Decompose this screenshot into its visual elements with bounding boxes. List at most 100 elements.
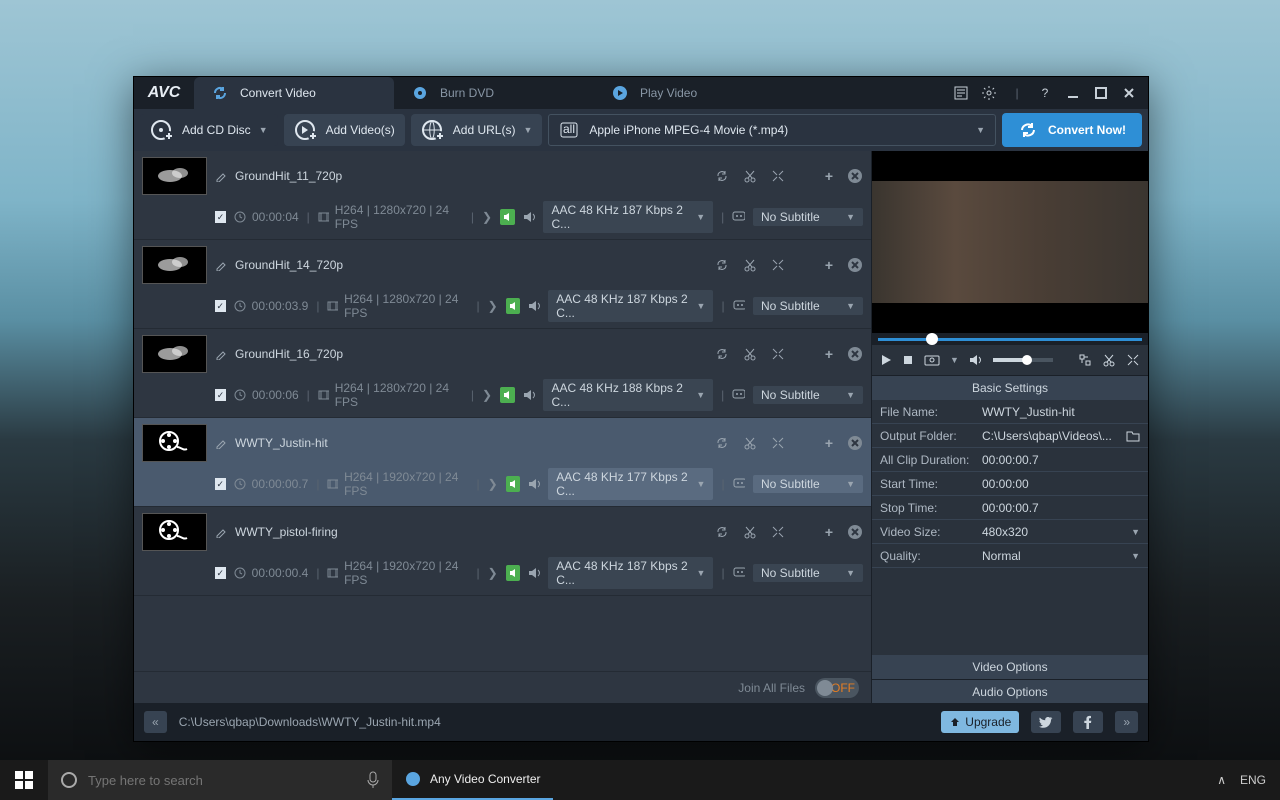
- refresh-icon[interactable]: [715, 436, 729, 450]
- tab-burn-dvd[interactable]: Burn DVD: [394, 77, 594, 109]
- subtitle-dropdown[interactable]: No Subtitle▼: [753, 564, 863, 582]
- file-items: GroundHit_11_720p+✓00:00:04|H264 | 1280x…: [134, 151, 871, 671]
- subtitle-dropdown[interactable]: No Subtitle▼: [753, 475, 863, 493]
- add-icon[interactable]: +: [825, 346, 833, 362]
- add-icon[interactable]: +: [825, 435, 833, 451]
- volume-icon[interactable]: [969, 354, 983, 366]
- cut-icon[interactable]: [743, 347, 757, 361]
- refresh-icon[interactable]: [715, 169, 729, 183]
- subtitle-dropdown[interactable]: No Subtitle▼: [753, 386, 863, 404]
- subtitle-dropdown[interactable]: No Subtitle▼: [753, 297, 863, 315]
- join-toggle[interactable]: OFF: [815, 678, 859, 698]
- start-button[interactable]: [0, 760, 48, 800]
- add-url-button[interactable]: Add URL(s) ▼: [411, 114, 543, 146]
- edit-icon[interactable]: [215, 348, 227, 360]
- audio-dropdown[interactable]: AAC 48 KHz 187 Kbps 2 C...▼: [548, 290, 713, 322]
- edit-icon[interactable]: [215, 437, 227, 449]
- twitter-icon[interactable]: [1031, 711, 1061, 733]
- remove-icon[interactable]: [847, 524, 863, 540]
- chevron-down-icon[interactable]: ▼: [950, 355, 959, 365]
- help-icon[interactable]: ?: [1036, 84, 1054, 102]
- remove-icon[interactable]: [847, 346, 863, 362]
- add-icon[interactable]: +: [825, 524, 833, 540]
- add-icon[interactable]: +: [825, 168, 833, 184]
- audio-dropdown[interactable]: AAC 48 KHz 188 Kbps 2 C...▼: [543, 379, 713, 411]
- file-row[interactable]: WWTY_Justin-hit+✓00:00:00.7|H264 | 1920x…: [134, 418, 871, 507]
- snapshot-icon[interactable]: [924, 354, 940, 366]
- collapse-icon[interactable]: «: [144, 711, 167, 733]
- facebook-icon[interactable]: [1073, 711, 1103, 733]
- cut-icon[interactable]: [1102, 353, 1116, 367]
- tab-play-video[interactable]: Play Video: [594, 77, 794, 109]
- taskbar-app[interactable]: Any Video Converter: [392, 760, 553, 800]
- mic-icon[interactable]: [366, 771, 380, 789]
- upgrade-button[interactable]: Upgrade: [941, 711, 1019, 733]
- options-icon[interactable]: [952, 84, 970, 102]
- tray-chevron-icon[interactable]: ∧: [1217, 773, 1226, 787]
- play-icon[interactable]: [880, 354, 892, 366]
- edit-icon[interactable]: [215, 259, 227, 271]
- add-cd-button[interactable]: Add CD Disc ▼: [140, 114, 278, 146]
- checkbox[interactable]: ✓: [215, 389, 226, 401]
- effects-icon[interactable]: [771, 525, 785, 539]
- setting-dropdown[interactable]: 480x320▼: [982, 525, 1140, 539]
- maximize-button[interactable]: [1092, 84, 1110, 102]
- add-icon[interactable]: +: [825, 257, 833, 273]
- cut-icon[interactable]: [743, 169, 757, 183]
- video-options-header[interactable]: Video Options: [872, 655, 1148, 679]
- language-indicator[interactable]: ENG: [1240, 773, 1266, 787]
- effects-icon[interactable]: [771, 169, 785, 183]
- checkbox[interactable]: ✓: [215, 567, 226, 579]
- folder-icon[interactable]: [1126, 430, 1140, 442]
- main-body: GroundHit_11_720p+✓00:00:04|H264 | 1280x…: [134, 151, 1148, 703]
- audio-options-header[interactable]: Audio Options: [872, 679, 1148, 703]
- search-box[interactable]: [48, 760, 392, 800]
- refresh-icon[interactable]: [715, 347, 729, 361]
- edit-icon[interactable]: [215, 170, 227, 182]
- cut-icon[interactable]: [743, 436, 757, 450]
- subtitle-dropdown[interactable]: No Subtitle▼: [753, 208, 863, 226]
- effects-icon[interactable]: [771, 436, 785, 450]
- convert-button[interactable]: Convert Now!: [1002, 113, 1142, 147]
- audio-dropdown[interactable]: AAC 48 KHz 187 Kbps 2 C...▼: [543, 201, 713, 233]
- file-row[interactable]: GroundHit_14_720p+✓00:00:03.9|H264 | 128…: [134, 240, 871, 329]
- thumbnail: [142, 424, 207, 462]
- remove-icon[interactable]: [847, 257, 863, 273]
- output-profile-dropdown[interactable]: all Apple iPhone MPEG-4 Movie (*.mp4) ▼: [548, 114, 996, 146]
- effects-icon[interactable]: [771, 258, 785, 272]
- checkbox[interactable]: ✓: [215, 300, 226, 312]
- volume-slider[interactable]: [993, 358, 1053, 362]
- tab-convert-video[interactable]: Convert Video: [194, 77, 394, 109]
- crop-icon[interactable]: [1078, 353, 1092, 367]
- setting-dropdown[interactable]: Normal▼: [982, 549, 1140, 563]
- cut-icon[interactable]: [743, 525, 757, 539]
- remove-icon[interactable]: [847, 168, 863, 184]
- audio-dropdown[interactable]: AAC 48 KHz 187 Kbps 2 C...▼: [548, 557, 713, 589]
- cut-icon[interactable]: [743, 258, 757, 272]
- seek-bar[interactable]: [872, 333, 1148, 345]
- file-row[interactable]: GroundHit_11_720p+✓00:00:04|H264 | 1280x…: [134, 151, 871, 240]
- minimize-button[interactable]: [1064, 84, 1082, 102]
- edit-icon[interactable]: [215, 526, 227, 538]
- stop-icon[interactable]: [902, 354, 914, 366]
- file-name: GroundHit_11_720p: [235, 169, 707, 183]
- settings-icon[interactable]: [980, 84, 998, 102]
- effects-icon[interactable]: [771, 347, 785, 361]
- refresh-icon[interactable]: [715, 525, 729, 539]
- add-video-button[interactable]: Add Video(s): [284, 114, 405, 146]
- join-label: Join All Files: [738, 681, 805, 695]
- basic-settings-header[interactable]: Basic Settings: [872, 376, 1148, 400]
- refresh-icon[interactable]: [715, 258, 729, 272]
- file-row[interactable]: WWTY_pistol-firing+✓00:00:00.4|H264 | 19…: [134, 507, 871, 596]
- file-row[interactable]: GroundHit_16_720p+✓00:00:06|H264 | 1280x…: [134, 329, 871, 418]
- checkbox[interactable]: ✓: [215, 478, 226, 490]
- setting-label: File Name:: [872, 405, 982, 419]
- search-input[interactable]: [88, 773, 356, 788]
- close-button[interactable]: [1120, 84, 1138, 102]
- effects-icon[interactable]: [1126, 353, 1140, 367]
- expand-icon[interactable]: »: [1115, 711, 1138, 733]
- audio-track-icon: [506, 476, 520, 492]
- audio-dropdown[interactable]: AAC 48 KHz 177 Kbps 2 C...▼: [548, 468, 713, 500]
- checkbox[interactable]: ✓: [215, 211, 226, 223]
- remove-icon[interactable]: [847, 435, 863, 451]
